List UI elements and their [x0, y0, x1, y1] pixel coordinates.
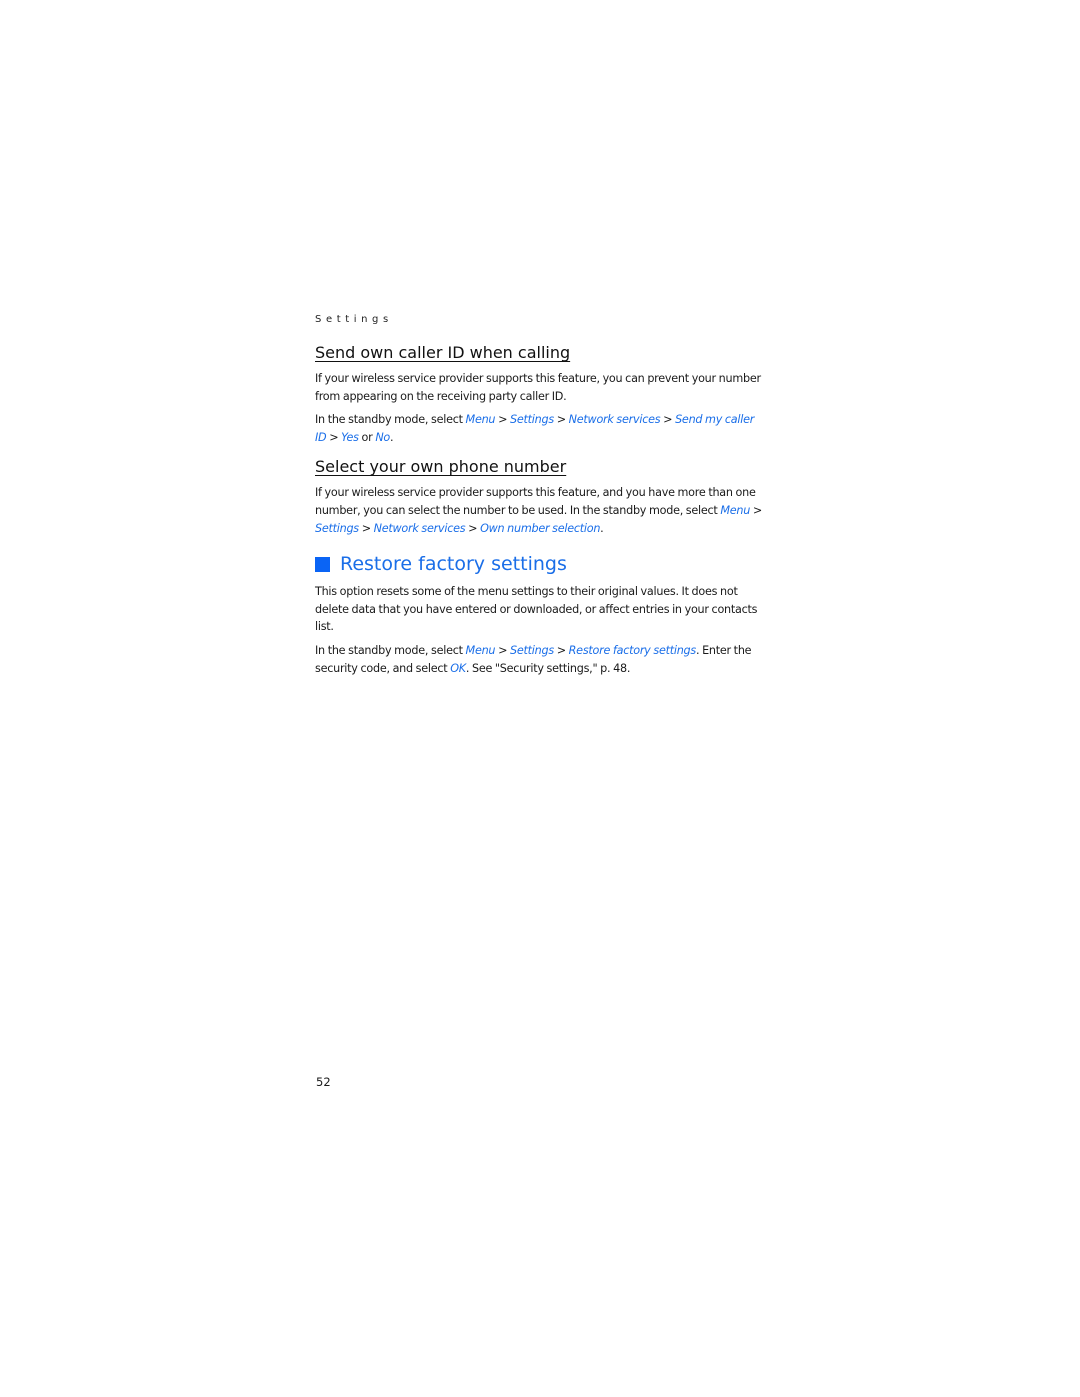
or-text: or [358, 430, 376, 444]
link-yes[interactable]: Yes [341, 431, 359, 444]
link-network-services[interactable]: Network services [569, 413, 661, 426]
heading-send-caller-id: Send own caller ID when calling [315, 343, 571, 362]
paragraph-restore-instructions: In the standby mode, select Menu > Setti… [315, 642, 765, 677]
instruction-end: . See "Security settings," p. 48. [465, 661, 631, 675]
link-settings[interactable]: Settings [510, 413, 554, 426]
separator: > [326, 430, 342, 444]
heading-restore-factory-settings: Restore factory settings [315, 551, 765, 577]
paragraph-caller-id-instructions: In the standby mode, select Menu > Setti… [315, 411, 765, 446]
link-menu[interactable]: Menu [466, 413, 496, 426]
heading-select-own-number: Select your own phone number [315, 457, 567, 477]
link-ok[interactable]: OK [450, 662, 466, 675]
link-restore-factory-settings[interactable]: Restore factory settings [569, 644, 697, 657]
period: . [600, 521, 604, 535]
link-network-services[interactable]: Network services [374, 522, 466, 535]
separator: > [553, 413, 569, 427]
paragraph-restore-description: This option resets some of the menu sett… [315, 585, 758, 634]
paragraph-caller-id-description: If your wireless service provider suppor… [315, 372, 761, 403]
separator: > [660, 413, 676, 427]
page-number: 52 [316, 1075, 331, 1089]
period: . [390, 430, 394, 444]
separator: > [465, 521, 481, 535]
instruction-prefix: In the standby mode, select [315, 413, 466, 427]
separator: > [750, 503, 763, 517]
separator: > [495, 643, 511, 657]
instruction-prefix: In the standby mode, select [315, 643, 466, 657]
heading-text: Restore factory settings [340, 553, 567, 576]
own-number-text: If your wireless service provider suppor… [315, 486, 756, 517]
separator: > [495, 413, 511, 427]
link-settings[interactable]: Settings [315, 522, 359, 535]
running-header: Settings [315, 314, 393, 325]
link-own-number-selection[interactable]: Own number selection [480, 522, 600, 535]
section-square-icon [315, 556, 330, 572]
link-menu[interactable]: Menu [720, 504, 750, 517]
separator: > [553, 643, 569, 657]
link-no[interactable]: No [375, 431, 390, 444]
separator: > [358, 521, 374, 535]
section-own-number: Select your own phone number If your wir… [315, 456, 765, 537]
link-menu[interactable]: Menu [466, 644, 496, 657]
page-content: Settings Send own caller ID when calling… [315, 313, 765, 683]
paragraph-own-number: If your wireless service provider suppor… [315, 484, 765, 537]
link-settings[interactable]: Settings [510, 644, 554, 657]
